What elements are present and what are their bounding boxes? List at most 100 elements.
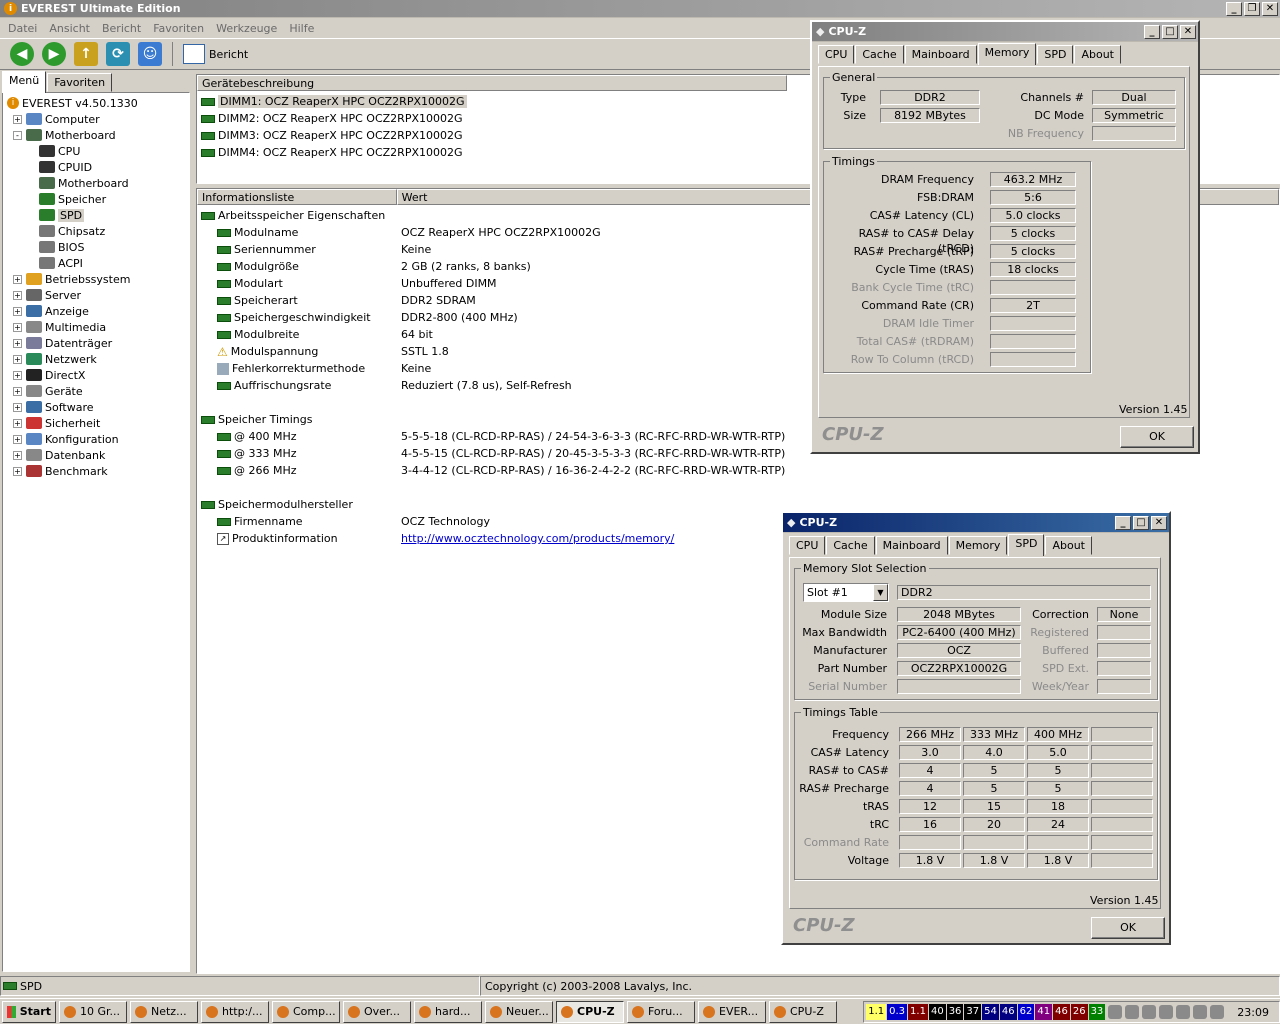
menu-werkzeuge[interactable]: Werkzeuge bbox=[210, 22, 283, 35]
tab-mainboard[interactable]: Mainboard bbox=[875, 536, 948, 555]
expand-icon[interactable]: + bbox=[13, 450, 22, 460]
expand-icon[interactable]: + bbox=[13, 402, 22, 412]
tray-monitor-value[interactable]: 40 bbox=[928, 1004, 946, 1020]
taskbar-button[interactable]: Neuer... bbox=[485, 1000, 553, 1023]
back-arrow-icon[interactable]: ◀ bbox=[10, 42, 34, 66]
tray-monitor-value[interactable]: 46 bbox=[999, 1004, 1017, 1020]
tray-monitor-value[interactable]: 46 bbox=[1053, 1004, 1070, 1020]
close-button[interactable]: ✕ bbox=[1262, 1, 1278, 16]
tray-shield-icon[interactable] bbox=[1210, 1005, 1225, 1019]
tree-item-cpuid[interactable]: CPUID bbox=[7, 159, 185, 175]
tree-item-ger-te[interactable]: + Geräte bbox=[7, 383, 185, 399]
tab-about[interactable]: About bbox=[1045, 536, 1092, 555]
navigation-tree[interactable]: i EVEREST v4.50.1330 + Computer - Motherboard… bbox=[2, 92, 190, 972]
side-tab-favorites[interactable]: Favoriten bbox=[47, 73, 113, 92]
minimize-button[interactable]: _ bbox=[1144, 24, 1160, 39]
expand-icon[interactable]: + bbox=[13, 338, 22, 348]
tab-about[interactable]: About bbox=[1074, 45, 1121, 64]
tray-antivirus-icon[interactable] bbox=[1193, 1005, 1208, 1019]
tree-item-datenbank[interactable]: + Datenbank bbox=[7, 447, 185, 463]
menu-hilfe[interactable]: Hilfe bbox=[283, 22, 320, 35]
taskbar-button[interactable]: CPU-Z bbox=[769, 1000, 837, 1023]
expand-icon[interactable]: + bbox=[13, 274, 22, 284]
ok-button[interactable]: OK bbox=[1091, 917, 1165, 939]
tree-item-chipsatz[interactable]: Chipsatz bbox=[7, 223, 185, 239]
tree-item-benchmark[interactable]: + Benchmark bbox=[7, 463, 185, 479]
tree-item-computer[interactable]: + Computer bbox=[7, 111, 185, 127]
tab-cache[interactable]: Cache bbox=[855, 45, 904, 64]
tab-cpu[interactable]: CPU bbox=[789, 536, 826, 555]
menu-ansicht[interactable]: Ansicht bbox=[43, 22, 96, 35]
tab-spd[interactable]: SPD bbox=[1008, 534, 1045, 556]
tree-item-betriebssystem[interactable]: + Betriebssystem bbox=[7, 271, 185, 287]
tree-item-everest-v4-50-1330[interactable]: i EVEREST v4.50.1330 bbox=[7, 95, 185, 111]
tray-monitor-value[interactable]: 36 bbox=[946, 1004, 964, 1020]
tree-item-motherboard[interactable]: Motherboard bbox=[7, 175, 185, 191]
slot-select[interactable]: Slot #1 ▼ bbox=[803, 583, 889, 602]
tray-monitor-value[interactable]: 33 bbox=[1088, 1004, 1106, 1020]
minimize-button[interactable]: _ bbox=[1226, 1, 1242, 16]
tree-item-bios[interactable]: BIOS bbox=[7, 239, 185, 255]
tray-volume-icon[interactable] bbox=[1159, 1005, 1174, 1019]
expand-icon[interactable]: + bbox=[13, 418, 22, 428]
tree-item-cpu[interactable]: CPU bbox=[7, 143, 185, 159]
tree-item-server[interactable]: + Server bbox=[7, 287, 185, 303]
tree-item-multimedia[interactable]: + Multimedia bbox=[7, 319, 185, 335]
tab-cpu[interactable]: CPU bbox=[818, 45, 855, 64]
tray-steam-icon[interactable] bbox=[1125, 1005, 1140, 1019]
up-folder-icon[interactable]: ↑ bbox=[74, 42, 98, 66]
tree-item-sicherheit[interactable]: + Sicherheit bbox=[7, 415, 185, 431]
tab-mainboard[interactable]: Mainboard bbox=[904, 45, 977, 64]
tab-memory[interactable]: Memory bbox=[948, 536, 1008, 555]
tree-item-directx[interactable]: + DirectX bbox=[7, 367, 185, 383]
maximize-button[interactable]: □ bbox=[1133, 515, 1149, 530]
report-button[interactable]: Bericht bbox=[183, 44, 248, 64]
minimize-button[interactable]: _ bbox=[1115, 515, 1131, 530]
table-row[interactable]: @ 266 MHz 3-4-4-12 (CL-RCD-RP-RAS) / 16-3… bbox=[201, 462, 1275, 479]
tree-item-motherboard[interactable]: - Motherboard bbox=[7, 127, 185, 143]
taskbar-button[interactable]: http:/... bbox=[201, 1000, 269, 1023]
expand-icon[interactable]: + bbox=[13, 354, 22, 364]
tray-nvidia-icon[interactable] bbox=[1176, 1005, 1191, 1019]
tray-monitor-value[interactable]: 1.1 bbox=[866, 1004, 887, 1020]
menu-bericht[interactable]: Bericht bbox=[96, 22, 147, 35]
taskbar-button[interactable]: Foru... bbox=[627, 1000, 695, 1023]
menu-datei[interactable]: Datei bbox=[2, 22, 43, 35]
close-button[interactable]: ✕ bbox=[1151, 515, 1167, 530]
tree-item-netzwerk[interactable]: + Netzwerk bbox=[7, 351, 185, 367]
tree-item-acpi[interactable]: ACPI bbox=[7, 255, 185, 271]
expand-icon[interactable]: + bbox=[13, 434, 22, 444]
refresh-icon[interactable]: ⟳ bbox=[106, 42, 130, 66]
expand-icon[interactable]: + bbox=[13, 306, 22, 316]
tree-item-software[interactable]: + Software bbox=[7, 399, 185, 415]
tree-item-datentr-ger[interactable]: + Datenträger bbox=[7, 335, 185, 351]
tree-item-speicher[interactable]: Speicher bbox=[7, 191, 185, 207]
tray-monitor-value[interactable]: 37 bbox=[964, 1004, 982, 1020]
taskbar-button[interactable]: 10 Gr... bbox=[59, 1000, 127, 1023]
tray-monitor-value[interactable]: 26 bbox=[1070, 1004, 1088, 1020]
tray-monitor-value[interactable]: 0.3 bbox=[887, 1004, 908, 1020]
expand-icon[interactable]: + bbox=[13, 290, 22, 300]
expand-icon[interactable]: + bbox=[13, 370, 22, 380]
taskbar-button[interactable]: EVER... bbox=[698, 1000, 766, 1023]
tray-monitor-value[interactable]: 54 bbox=[982, 1004, 999, 1020]
users-icon[interactable]: ☺ bbox=[138, 42, 162, 66]
close-button[interactable]: ✕ bbox=[1180, 24, 1196, 39]
taskbar-button[interactable]: Comp... bbox=[272, 1000, 340, 1023]
expand-icon[interactable]: + bbox=[13, 322, 22, 332]
taskbar-button[interactable]: Over... bbox=[343, 1000, 411, 1023]
product-link[interactable]: http://www.ocztechnology.com/products/me… bbox=[401, 532, 674, 545]
taskbar-button[interactable]: CPU-Z bbox=[556, 1000, 624, 1023]
menu-favoriten[interactable]: Favoriten bbox=[147, 22, 210, 35]
device-header[interactable]: Gerätebeschreibung bbox=[197, 75, 787, 91]
maximize-button[interactable]: □ bbox=[1162, 24, 1178, 39]
side-tab-menu[interactable]: Menü bbox=[2, 71, 47, 93]
clock[interactable]: 23:09 bbox=[1237, 1006, 1269, 1019]
tree-item-spd[interactable]: SPD bbox=[7, 207, 185, 223]
ok-button[interactable]: OK bbox=[1120, 426, 1194, 448]
taskbar-button[interactable]: Netz... bbox=[130, 1000, 198, 1023]
restore-button[interactable]: ❐ bbox=[1244, 1, 1260, 16]
tray-monitor-value[interactable]: 41 bbox=[1035, 1004, 1053, 1020]
taskbar-button[interactable]: hard... bbox=[414, 1000, 482, 1023]
tab-memory[interactable]: Memory bbox=[977, 43, 1037, 65]
